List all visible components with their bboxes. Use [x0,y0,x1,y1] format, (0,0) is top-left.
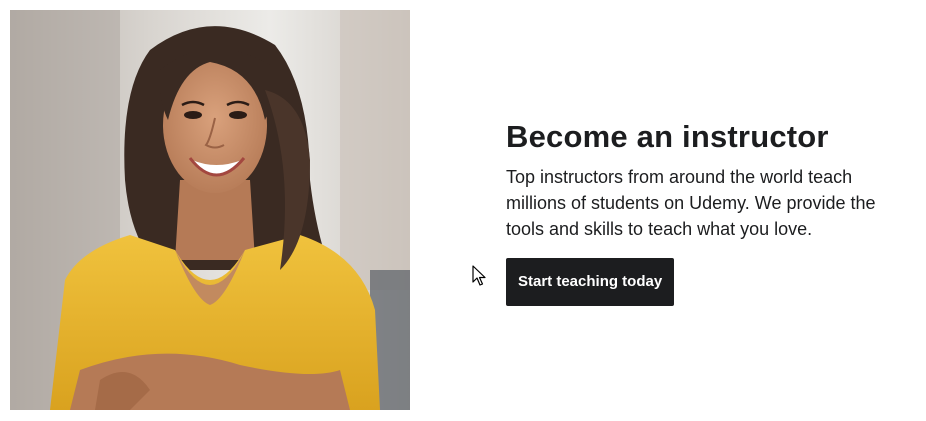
start-teaching-button[interactable]: Start teaching today [506,258,675,306]
instructor-photo-illustration [10,10,410,410]
promo-title: Become an instructor [506,119,829,154]
instructor-promo: Become an instructor Top instructors fro… [506,118,916,306]
instructor-section: Become an instructor Top instructors fro… [0,0,926,421]
instructor-photo [10,10,410,410]
mouse-pointer-icon [472,265,486,286]
promo-description: Top instructors from around the world te… [506,167,876,239]
